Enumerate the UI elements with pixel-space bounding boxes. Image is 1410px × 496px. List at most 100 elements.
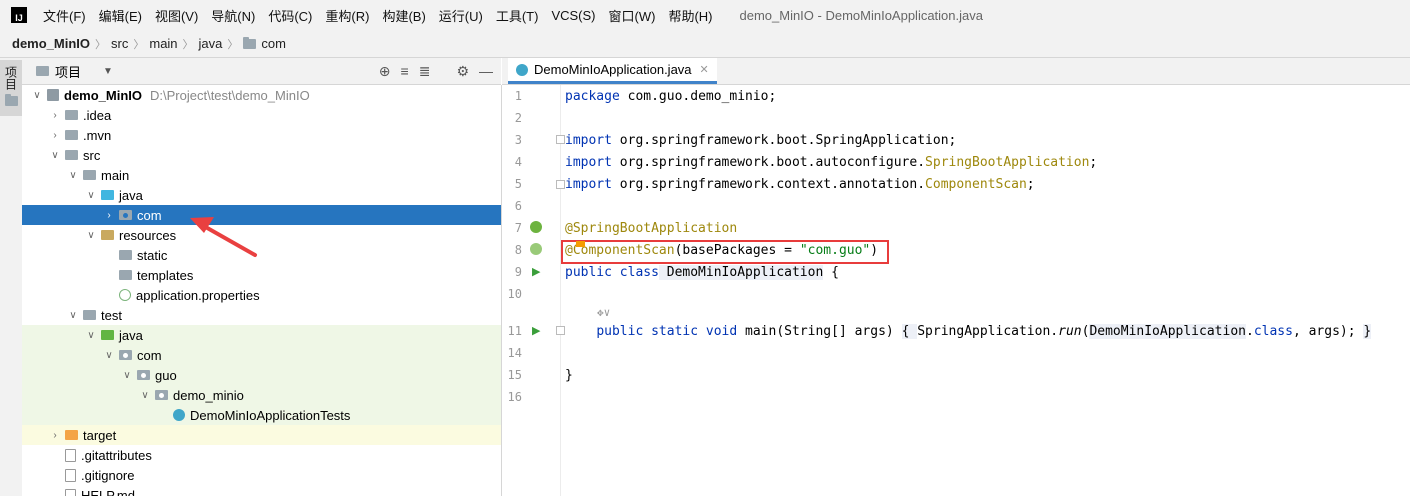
tree-item[interactable]: static bbox=[22, 245, 501, 265]
keyword: import bbox=[565, 177, 612, 192]
tree-item-label: com bbox=[137, 347, 162, 363]
breadcrumb-java[interactable]: java bbox=[199, 36, 223, 51]
line-number: 9 bbox=[514, 265, 522, 279]
line-number: 3 bbox=[514, 133, 522, 147]
chevron-down-icon[interactable]: ∨ bbox=[66, 170, 80, 181]
code-line-4: import org.springframework.boot.autoconf… bbox=[565, 153, 1097, 173]
chevron-down-icon[interactable]: ∨ bbox=[138, 390, 152, 401]
menu-code[interactable]: 代码(C) bbox=[268, 6, 319, 25]
menu-run[interactable]: 运行(U) bbox=[439, 6, 490, 25]
tree-item[interactable]: ∨ resources bbox=[22, 225, 501, 245]
menu-navigate[interactable]: 导航(N) bbox=[211, 6, 262, 25]
menu-refactor[interactable]: 重构(R) bbox=[325, 6, 376, 25]
keyword: class bbox=[1253, 324, 1293, 339]
fold-marker-icon[interactable] bbox=[556, 180, 565, 189]
menu-vcs[interactable]: VCS(S) bbox=[551, 8, 602, 23]
expand-all-icon[interactable]: ≡ bbox=[401, 63, 409, 79]
tree-item[interactable]: ∨ src bbox=[22, 145, 501, 165]
breadcrumb-project[interactable]: demo_MinIO bbox=[12, 36, 90, 51]
tree-item[interactable]: templates bbox=[22, 265, 501, 285]
menu-file[interactable]: 文件(F) bbox=[43, 6, 93, 25]
chevron-down-icon[interactable]: ∨ bbox=[84, 230, 98, 241]
keyword: public static void bbox=[596, 324, 738, 339]
minimize-icon[interactable]: — bbox=[479, 63, 493, 79]
run-icon[interactable]: ▶ bbox=[532, 265, 540, 278]
tree-item[interactable]: ∨ com bbox=[22, 345, 501, 365]
tree-item[interactable]: › target bbox=[22, 425, 501, 445]
project-tool-tab[interactable]: 项目 bbox=[0, 60, 22, 116]
tree-item-label: test bbox=[101, 307, 122, 323]
tree-item[interactable]: ∨ test bbox=[22, 305, 501, 325]
breadcrumb-separator-icon: 〉 bbox=[182, 38, 194, 51]
chevron-right-icon[interactable]: › bbox=[48, 110, 62, 121]
menu-edit[interactable]: 编辑(E) bbox=[99, 6, 149, 25]
project-panel-title[interactable]: 项目 bbox=[55, 62, 81, 81]
window-title: demo_MinIO - DemoMinIoApplication.java bbox=[739, 7, 983, 23]
tree-item-label: application.properties bbox=[136, 287, 260, 303]
folder-icon bbox=[83, 170, 96, 180]
code-vision-hint[interactable]: ✥∨ bbox=[597, 303, 610, 323]
tree-item[interactable]: DemoMinIoApplicationTests bbox=[22, 405, 501, 425]
menu-view[interactable]: 视图(V) bbox=[155, 6, 205, 25]
tree-item[interactable]: ∨ demo_minio bbox=[22, 385, 501, 405]
folder-icon bbox=[65, 110, 78, 120]
editor-tab-strip: DemoMinIoApplication.java ✕ bbox=[502, 58, 1410, 85]
tree-item[interactable]: ∨ demo_MinIO D:\Project\test\demo_MinIO bbox=[22, 85, 501, 105]
code-text: { bbox=[823, 265, 839, 280]
tree-item-path: D:\Project\test\demo_MinIO bbox=[150, 87, 310, 103]
folder-icon bbox=[65, 130, 78, 140]
fold-marker-icon[interactable] bbox=[556, 135, 565, 144]
chevron-right-icon[interactable]: › bbox=[48, 430, 62, 441]
chevron-down-icon[interactable]: ∨ bbox=[120, 370, 134, 381]
tab-demominioapplication[interactable]: DemoMinIoApplication.java ✕ bbox=[508, 58, 717, 84]
code-text: SpringApplication. bbox=[917, 324, 1059, 339]
tree-item[interactable]: HELP.md bbox=[22, 485, 501, 496]
menu-tools[interactable]: 工具(T) bbox=[496, 6, 546, 25]
method-call: run bbox=[1058, 324, 1082, 339]
chevron-down-icon[interactable]: ▼ bbox=[103, 66, 113, 77]
collapse-all-icon[interactable]: ≣ bbox=[419, 63, 431, 80]
tree-item-label: .idea bbox=[83, 107, 112, 123]
code-line-3: import org.springframework.boot.SpringAp… bbox=[565, 131, 956, 151]
fold-marker-icon[interactable] bbox=[556, 326, 565, 335]
code-text: org.springframework.context.annotation. bbox=[611, 177, 926, 192]
menu-build[interactable]: 构建(B) bbox=[382, 6, 432, 25]
spring-scan-icon[interactable] bbox=[530, 243, 542, 255]
tree-item-label: src bbox=[83, 147, 101, 163]
gear-icon[interactable]: ⚙ bbox=[456, 63, 469, 80]
tree-item[interactable]: › com bbox=[22, 205, 501, 225]
tree-item[interactable]: ∨ java bbox=[22, 185, 501, 205]
tree-item[interactable]: .gitignore bbox=[22, 465, 501, 485]
tree-item[interactable]: ∨ main bbox=[22, 165, 501, 185]
code-line-1: package com.guo.demo_minio; bbox=[565, 87, 776, 107]
breadcrumb-src[interactable]: src bbox=[111, 36, 128, 51]
spring-bean-icon[interactable] bbox=[530, 221, 542, 233]
tree-item[interactable]: ∨ java bbox=[22, 325, 501, 345]
tree-item[interactable]: application.properties bbox=[22, 285, 501, 305]
chevron-down-icon[interactable]: ∨ bbox=[66, 310, 80, 321]
breadcrumb-main[interactable]: main bbox=[149, 36, 177, 51]
code-editor[interactable]: package com.guo.demo_minio; import org.s… bbox=[565, 85, 1405, 496]
breadcrumb-com[interactable]: com bbox=[261, 36, 286, 51]
tree-item[interactable]: › .idea bbox=[22, 105, 501, 125]
line-number: 7 bbox=[514, 221, 522, 235]
menu-help[interactable]: 帮助(H) bbox=[668, 6, 719, 25]
tree-item[interactable]: .gitattributes bbox=[22, 445, 501, 465]
package-icon bbox=[137, 370, 150, 380]
tree-item[interactable]: ∨ guo bbox=[22, 365, 501, 385]
menu-window[interactable]: 窗口(W) bbox=[609, 6, 663, 25]
tree-item-label: HELP.md bbox=[81, 487, 135, 496]
tree-item[interactable]: › .mvn bbox=[22, 125, 501, 145]
target-icon[interactable]: ⊕ bbox=[379, 63, 391, 80]
run-icon[interactable]: ▶ bbox=[532, 324, 540, 337]
chevron-right-icon[interactable]: › bbox=[102, 210, 116, 221]
chevron-down-icon[interactable]: ∨ bbox=[30, 90, 44, 101]
chevron-right-icon[interactable]: › bbox=[48, 130, 62, 141]
chevron-down-icon[interactable]: ∨ bbox=[48, 150, 62, 161]
chevron-down-icon[interactable]: ∨ bbox=[84, 190, 98, 201]
chevron-down-icon[interactable]: ∨ bbox=[84, 330, 98, 341]
module-icon bbox=[47, 89, 59, 101]
close-icon[interactable]: ✕ bbox=[700, 63, 709, 76]
chevron-down-icon[interactable]: ∨ bbox=[102, 350, 116, 361]
line-number: 5 bbox=[514, 177, 522, 191]
